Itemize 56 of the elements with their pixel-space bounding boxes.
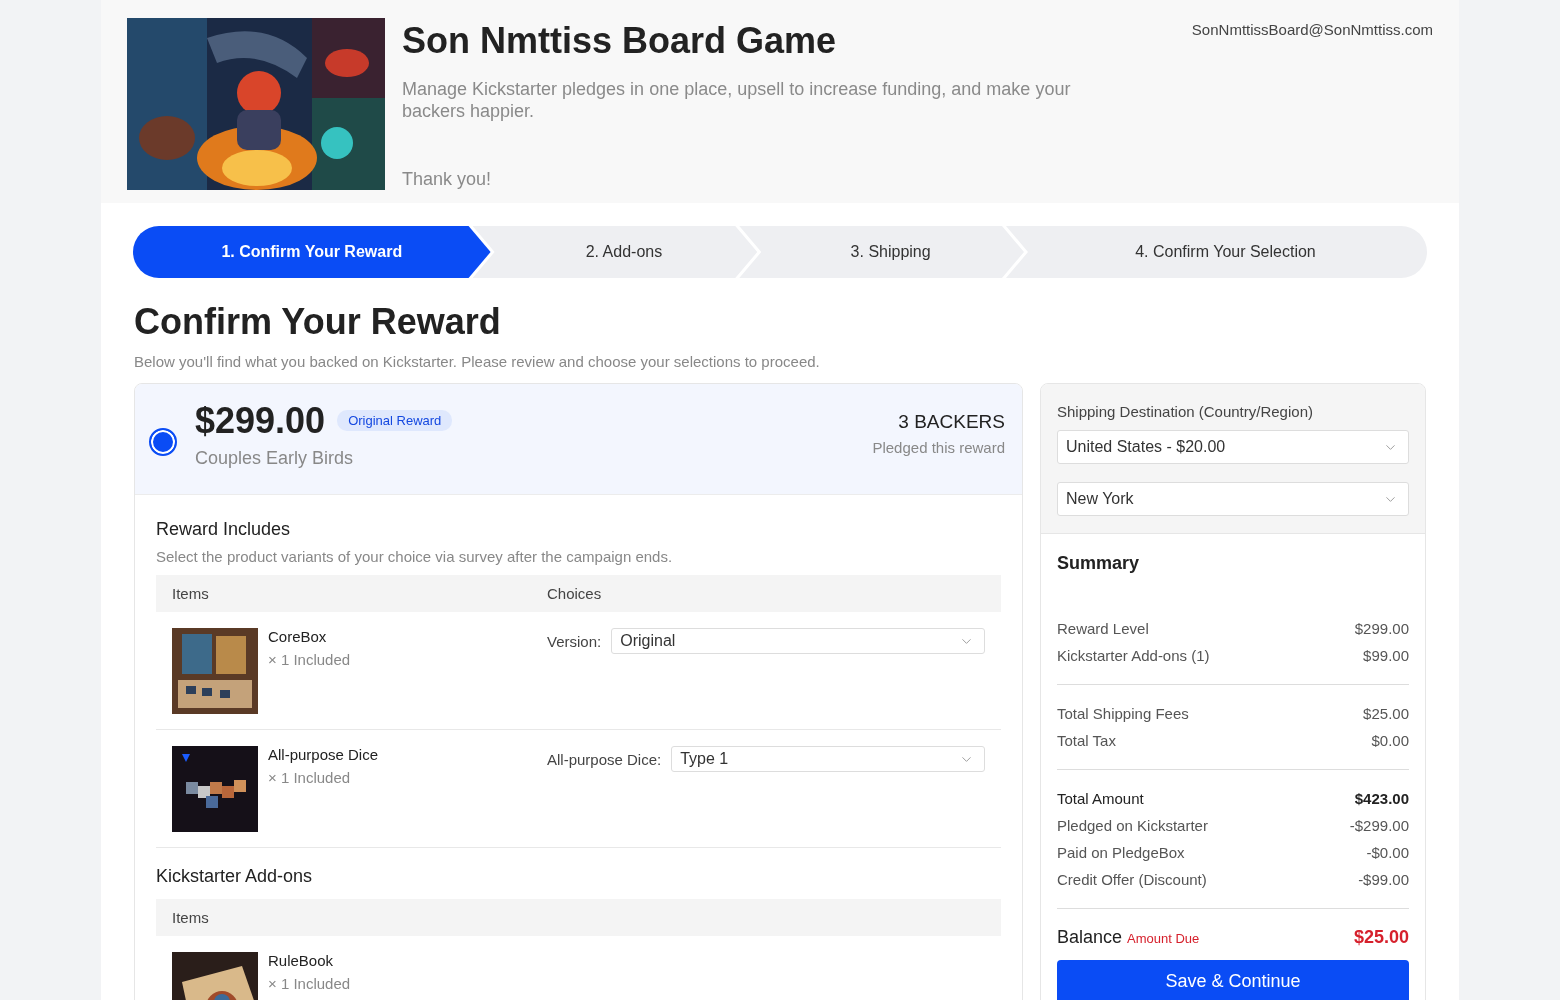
summary-value: $99.00 [1363, 647, 1409, 664]
step-tab[interactable]: 2. Add-ons [472, 226, 758, 278]
step-tab[interactable]: 1. Confirm Your Reward [133, 226, 491, 278]
amount-due-note: Amount Due [1127, 931, 1200, 946]
project-title: Son Nmttiss Board Game [402, 20, 837, 62]
balance-label: Balance [1057, 927, 1123, 947]
summary-value: $299.00 [1354, 620, 1409, 637]
country-select[interactable]: United States - $20.00 [1057, 430, 1409, 464]
page-subtitle: Below you'll find what you backed on Kickstarter. Please review and choose your selections to proceed. [134, 353, 821, 370]
summary-value: $25.00 [1363, 705, 1409, 722]
summary-label: Reward Level [1057, 620, 1149, 637]
summary-label: Paid on PledgeBox [1057, 844, 1185, 861]
item-quantity: × 1 Included [268, 651, 351, 668]
summary-label: Total Tax [1057, 732, 1116, 749]
region-select[interactable]: New York [1057, 482, 1409, 516]
backers-count: 3 BACKERS [898, 410, 1005, 433]
summary-value: $0.00 [1371, 732, 1409, 749]
page-heading: Confirm Your Reward [134, 301, 502, 343]
column-heading: Items [172, 585, 210, 602]
step-tab[interactable]: 4. Confirm Your Selection [1006, 226, 1427, 278]
step-tab[interactable]: 3. Shipping [739, 226, 1024, 278]
item-quantity: × 1 Included [268, 769, 352, 786]
choice-label: Version: [547, 632, 602, 650]
project-description: Manage Kickstarter pledges in one place, upsell to increase funding, and make your backers happier. [402, 78, 1072, 122]
section-heading: Kickstarter Add-ons [156, 866, 314, 887]
section-heading: Reward Includes [156, 519, 292, 540]
summary-value: $423.00 [1354, 790, 1409, 807]
select-field[interactable]: Original [611, 628, 985, 654]
summary-label: Credit Offer (Discount) [1057, 871, 1207, 888]
summary-value: -$0.00 [1366, 844, 1409, 861]
shipping-label: Shipping Destination (Country/Region) [1057, 403, 1314, 420]
reward-badge: Original Reward [337, 410, 453, 431]
reward-name: Couples Early Birds [195, 447, 355, 469]
backers-note: Pledged this reward [872, 438, 1005, 456]
choice-label: All-purpose Dice: [547, 750, 662, 768]
item-name: CoreBox [268, 628, 328, 645]
summary-label: Total Shipping Fees [1057, 705, 1189, 722]
summary-value: -$299.00 [1349, 817, 1409, 834]
item-quantity: × 1 Included [268, 975, 351, 992]
column-heading: Items [172, 909, 210, 926]
balance-value: $25.00 [1353, 927, 1409, 948]
summary-heading: Summary [1057, 553, 1141, 574]
summary-label: Pledged on Kickstarter [1057, 817, 1208, 834]
section-note: Select the product variants of your choice via survey after the campaign ends. [156, 548, 674, 565]
summary-value: -$99.00 [1358, 871, 1409, 888]
item-name: RuleBook [268, 952, 335, 969]
column-heading: Choices [547, 585, 603, 602]
summary-label: Kickstarter Add-ons (1) [1057, 647, 1210, 664]
radio-button[interactable] [149, 428, 177, 456]
select-field[interactable]: Type 1 [671, 746, 985, 772]
thank-you-text: Thank you! [402, 169, 493, 190]
summary-label: Total Amount [1057, 790, 1144, 807]
save-continue-button[interactable]: Save & Continue [1057, 960, 1409, 1000]
contact-email: SonNmttissBoard@SonNmttiss.com [1191, 21, 1433, 38]
item-name: All-purpose Dice [268, 746, 379, 763]
reward-price: $299.00 [195, 399, 326, 442]
